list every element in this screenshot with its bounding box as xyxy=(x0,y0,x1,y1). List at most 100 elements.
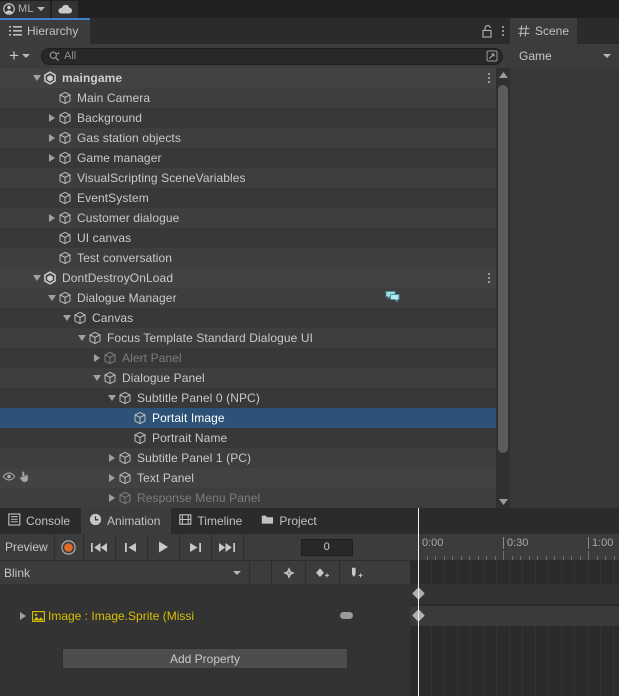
triangle-down-icon[interactable] xyxy=(46,295,58,301)
hierarchy-row-label: EventSystem xyxy=(77,191,149,205)
scene-viewport[interactable] xyxy=(510,68,619,508)
triangle-down-icon[interactable] xyxy=(31,75,43,81)
hierarchy-row[interactable]: Background xyxy=(0,108,496,128)
eye-icon[interactable] xyxy=(2,471,16,485)
game-view-dropdown[interactable]: Game xyxy=(510,44,619,68)
hierarchy-row[interactable]: Canvas xyxy=(0,308,496,328)
hierarchy-row[interactable]: Subtitle Panel 0 (NPC) xyxy=(0,388,496,408)
row-content: Response Menu Panel xyxy=(0,488,260,508)
dopesheet-gridline xyxy=(613,560,614,696)
dopesheet-gridline xyxy=(470,560,471,696)
preview-label[interactable]: Preview xyxy=(0,534,54,560)
triangle-right-icon[interactable] xyxy=(46,114,58,122)
triangle-down-icon[interactable] xyxy=(76,335,88,341)
hierarchy-row[interactable]: maingame xyxy=(0,68,496,88)
prev-frame-button[interactable] xyxy=(116,534,147,560)
hierarchy-row[interactable]: Text Panel xyxy=(0,468,496,488)
triangle-right-icon[interactable] xyxy=(106,494,118,502)
hierarchy-tab-strip: Hierarchy xyxy=(0,18,510,44)
hierarchy-row[interactable]: Gas station objects xyxy=(0,128,496,148)
hand-icon[interactable] xyxy=(18,470,31,486)
row-content: VisualScripting SceneVariables xyxy=(0,168,246,188)
tab-hierarchy[interactable]: Hierarchy xyxy=(0,18,91,44)
cloud-services-button[interactable] xyxy=(51,0,78,18)
hierarchy-row[interactable]: Subtitle Panel 1 (PC) xyxy=(0,448,496,468)
kebab-menu-icon[interactable] xyxy=(502,26,504,36)
play-button[interactable] xyxy=(148,534,179,560)
triangle-down-icon[interactable] xyxy=(31,275,43,281)
triangle-down-icon[interactable] xyxy=(106,395,118,401)
tab-label: Project xyxy=(279,514,317,528)
triangle-right-icon[interactable] xyxy=(46,214,58,222)
triangle-down-icon[interactable] xyxy=(91,375,103,381)
clip-selector-dropdown[interactable]: Blink xyxy=(0,561,249,584)
scroll-down-arrow-icon[interactable] xyxy=(498,495,508,508)
hierarchy-row[interactable]: Dialogue Panel xyxy=(0,368,496,388)
row-content: Portrait Name xyxy=(0,428,227,448)
timeline-ruler[interactable]: 0:00 0:30 1:00 xyxy=(410,534,619,560)
hierarchy-tree[interactable]: maingame Main Camera Background Gas station… xyxy=(0,68,510,508)
hierarchy-row[interactable]: Focus Template Standard Dialogue UI xyxy=(0,328,496,348)
record-button[interactable] xyxy=(55,534,83,560)
hierarchy-row[interactable]: Dialogue Manager xyxy=(0,288,496,308)
next-frame-button[interactable] xyxy=(180,534,211,560)
hierarchy-row[interactable]: Main Camera xyxy=(0,88,496,108)
hierarchy-row[interactable]: Response Menu Panel xyxy=(0,488,496,508)
triangle-down-icon[interactable] xyxy=(61,315,73,321)
scene-context-menu-icon[interactable] xyxy=(488,273,490,283)
add-keyframe-button[interactable] xyxy=(306,561,339,584)
hierarchy-row-selected[interactable]: Portait Image xyxy=(0,408,496,428)
skip-to-end-button[interactable] xyxy=(212,534,243,560)
hierarchy-row[interactable]: Alert Panel xyxy=(0,348,496,368)
triangle-right-icon[interactable] xyxy=(46,154,58,162)
add-event-button[interactable] xyxy=(340,561,373,584)
bottom-tab-strip: Console Animation Timeline Project xyxy=(0,508,619,534)
tab-console[interactable]: Console xyxy=(0,508,81,534)
hierarchy-row[interactable]: VisualScripting SceneVariables xyxy=(0,168,496,188)
tab-scene[interactable]: Scene xyxy=(510,18,578,44)
account-button[interactable]: ML xyxy=(0,0,50,18)
search-input[interactable] xyxy=(63,50,482,62)
hierarchy-scrollbar[interactable] xyxy=(496,68,510,508)
skip-to-start-button[interactable] xyxy=(84,534,115,560)
tab-timeline[interactable]: Timeline xyxy=(171,508,253,534)
add-gameobject-button[interactable]: + xyxy=(7,47,32,64)
scene-context-menu-icon[interactable] xyxy=(488,73,490,83)
popout-icon[interactable] xyxy=(486,50,498,62)
hierarchy-row[interactable]: Customer dialogue xyxy=(0,208,496,228)
hierarchy-row[interactable]: EventSystem xyxy=(0,188,496,208)
triangle-right-icon[interactable] xyxy=(91,354,103,362)
scrollbar-thumb[interactable] xyxy=(498,85,508,453)
hierarchy-row[interactable]: Portrait Name xyxy=(0,428,496,448)
cloud-icon xyxy=(57,4,73,15)
keyframe-filter-button[interactable] xyxy=(272,561,305,584)
clip-name-label: Blink xyxy=(4,565,31,580)
hierarchy-search-field[interactable] xyxy=(40,47,503,65)
hierarchy-row[interactable]: Game manager xyxy=(0,148,496,168)
tab-project[interactable]: Project xyxy=(253,508,327,534)
triangle-right-icon[interactable] xyxy=(17,612,29,620)
row-content: Focus Template Standard Dialogue UI xyxy=(0,328,313,348)
triangle-right-icon[interactable] xyxy=(106,474,118,482)
ruler-tick-mark xyxy=(588,551,589,560)
dopesheet-lane[interactable] xyxy=(410,606,619,626)
triangle-right-icon[interactable] xyxy=(46,134,58,142)
hierarchy-row[interactable]: Test conversation xyxy=(0,248,496,268)
row-content: Dialogue Panel xyxy=(0,368,205,388)
lock-icon[interactable] xyxy=(482,24,493,38)
scroll-up-arrow-icon[interactable] xyxy=(498,68,508,81)
add-property-button[interactable]: Add Property xyxy=(62,648,348,669)
dopesheet[interactable] xyxy=(410,560,619,696)
hierarchy-row[interactable]: DontDestroyOnLoad xyxy=(0,268,496,288)
property-row[interactable]: Image : Image.Sprite (Missi xyxy=(0,606,410,626)
ruler-tick-mark xyxy=(503,551,504,560)
current-frame-field[interactable]: 0 xyxy=(300,538,353,556)
hierarchy-row[interactable]: UI canvas xyxy=(0,228,496,248)
triangle-right-icon[interactable] xyxy=(106,454,118,462)
scrollbar-track[interactable] xyxy=(496,81,510,495)
animation-panel: Console Animation Timeline Project Preview xyxy=(0,508,619,696)
playhead[interactable] xyxy=(418,508,419,696)
dopesheet-lane[interactable] xyxy=(410,584,619,604)
tab-animation[interactable]: Animation xyxy=(81,508,172,534)
row-toggles xyxy=(0,128,30,148)
